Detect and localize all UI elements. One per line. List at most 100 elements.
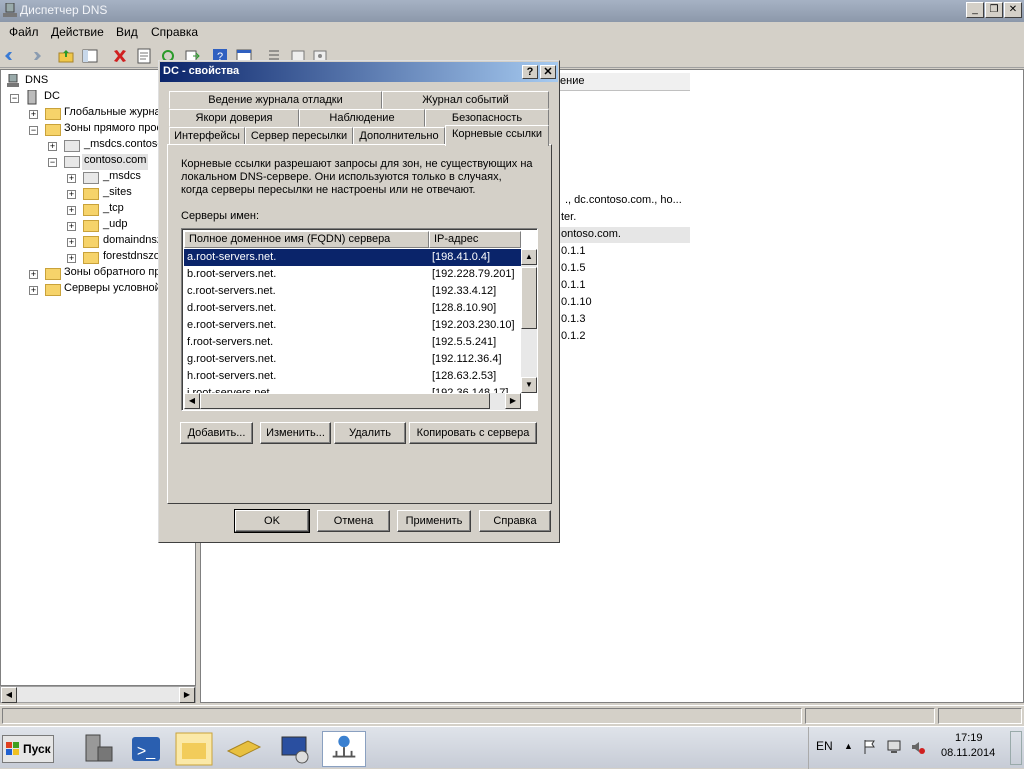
close-button[interactable]: ✕ [1004, 2, 1022, 18]
help-button[interactable]: Справка [479, 510, 551, 532]
dialog-close-button[interactable]: ✕ [540, 65, 556, 79]
up-folder-icon[interactable] [58, 48, 74, 64]
scroll-thumb[interactable] [521, 267, 537, 329]
properties-icon[interactable] [136, 48, 152, 64]
tab-trust-anchors[interactable]: Якори доверия [169, 109, 299, 127]
tree-node-global-logs[interactable]: Глобальные журна [64, 106, 161, 122]
expand-icon[interactable]: + [67, 174, 76, 183]
details-row[interactable]: 0.1.1 [561, 279, 585, 291]
name-servers-list[interactable]: Полное доменное имя (FQDN) сервера IP-ад… [181, 228, 538, 411]
start-button[interactable]: Пуск [2, 735, 54, 763]
tree-node-dns[interactable]: DNS [25, 74, 48, 90]
minimize-button[interactable]: _ [966, 2, 984, 18]
tab-interfaces[interactable]: Интерфейсы [169, 127, 245, 145]
list-vertical-scrollbar[interactable]: ▲ ▼ [521, 249, 537, 393]
explorer-icon[interactable] [172, 731, 216, 767]
tree-horizontal-scrollbar[interactable]: ◀ ▶ [0, 686, 196, 703]
server-row[interactable]: d.root-servers.net. [128.8.10.90] [184, 300, 521, 317]
server-row[interactable]: e.root-servers.net. [192.203.230.10] [184, 317, 521, 334]
column-header-fqdn[interactable]: Полное доменное имя (FQDN) сервера [184, 231, 429, 248]
tree-node-forward-zones[interactable]: Зоны прямого прос [64, 122, 162, 138]
powershell-icon[interactable]: >_ [124, 731, 168, 767]
scroll-right-icon[interactable]: ▶ [179, 687, 195, 703]
details-row[interactable]: 0.1.2 [561, 330, 585, 342]
scroll-thumb[interactable] [200, 393, 490, 409]
expand-icon[interactable]: + [67, 222, 76, 231]
expand-icon[interactable]: + [67, 190, 76, 199]
scroll-down-icon[interactable]: ▼ [521, 377, 537, 393]
menu-file[interactable]: Файл [9, 25, 39, 39]
server-manager-icon[interactable] [76, 731, 120, 767]
forward-icon[interactable] [26, 48, 42, 64]
tab-root-hints[interactable]: Корневые ссылки [445, 125, 549, 146]
menu-action[interactable]: Действие [51, 25, 104, 39]
edit-button[interactable]: Изменить... [260, 422, 331, 444]
add-button[interactable]: Добавить... [180, 422, 253, 444]
scroll-left-icon[interactable]: ◀ [1, 687, 17, 703]
expand-icon[interactable]: + [29, 110, 38, 119]
list-horizontal-scrollbar[interactable]: ◀ ▶ [184, 393, 521, 410]
volume-muted-icon[interactable] [910, 739, 926, 755]
server-row[interactable]: g.root-servers.net. [192.112.36.4] [184, 351, 521, 368]
scroll-up-icon[interactable]: ▲ [521, 249, 537, 265]
tree-node-tcp[interactable]: _tcp [103, 202, 124, 218]
tree-node-msdcs-zone[interactable]: _msdcs.contoso [84, 138, 163, 154]
expand-icon[interactable]: + [67, 206, 76, 215]
dns-manager-taskbar-icon[interactable] [322, 731, 366, 767]
delete-icon[interactable] [112, 48, 128, 64]
server-row[interactable]: c.root-servers.net. [192.33.4.12] [184, 283, 521, 300]
action-center-flag-icon[interactable] [862, 739, 878, 755]
collapse-icon[interactable]: − [29, 126, 38, 135]
server-row[interactable]: h.root-servers.net. [128.63.2.53] [184, 368, 521, 385]
remove-button[interactable]: Удалить [334, 422, 406, 444]
collapse-icon[interactable]: − [10, 94, 19, 103]
network-icon[interactable] [886, 739, 902, 755]
tree-node-dc[interactable]: DC [44, 90, 60, 106]
show-hidden-icons-icon[interactable]: ▲ [844, 741, 853, 751]
server-row[interactable]: f.root-servers.net. [192.5.5.241] [184, 334, 521, 351]
expand-icon[interactable]: + [67, 238, 76, 247]
tree-node-forestdnszones[interactable]: forestdnszo [103, 250, 160, 266]
tree-node-udp[interactable]: _udp [103, 218, 127, 234]
menu-help[interactable]: Справка [151, 25, 198, 39]
tab-debug-logging[interactable]: Ведение журнала отладки [169, 91, 382, 109]
details-row[interactable]: ontoso.com. [561, 228, 621, 240]
tree-node-msdcs[interactable]: _msdcs [103, 170, 141, 186]
cancel-button[interactable]: Отмена [317, 510, 390, 532]
tree-node-sites[interactable]: _sites [103, 186, 132, 202]
details-row[interactable]: 0.1.10 [561, 296, 592, 308]
clock-date[interactable]: 08.11.2014 [941, 747, 995, 759]
show-desktop-button[interactable] [1010, 731, 1022, 765]
tree-node-reverse-zones[interactable]: Зоны обратного пр [64, 266, 160, 282]
expand-icon[interactable]: + [48, 142, 57, 151]
column-header-ip[interactable]: IP-адрес [429, 231, 521, 248]
details-column-header[interactable]: ение [560, 75, 584, 87]
scroll-right-icon[interactable]: ▶ [505, 393, 521, 409]
collapse-icon[interactable]: − [48, 158, 57, 167]
details-row[interactable]: 0.1.1 [561, 245, 585, 257]
apply-button[interactable]: Применить [397, 510, 471, 532]
scroll-left-icon[interactable]: ◀ [184, 393, 200, 409]
show-tree-icon[interactable] [82, 48, 98, 64]
expand-icon[interactable]: + [29, 286, 38, 295]
server-row[interactable]: b.root-servers.net. [192.228.79.201] [184, 266, 521, 283]
expand-icon[interactable]: + [29, 270, 38, 279]
tree-node-domaindnszones[interactable]: domaindnsz [103, 234, 162, 250]
details-row[interactable]: ter. [561, 211, 576, 223]
tree-node-conditional-forwarders[interactable]: Серверы условной [64, 282, 161, 298]
ok-button[interactable]: OK [234, 509, 310, 533]
tree-node-contoso-com[interactable]: contoso.com [82, 154, 149, 170]
details-row[interactable]: 0.1.5 [561, 262, 585, 274]
dialog-help-button[interactable]: ? [522, 65, 538, 79]
tab-event-logging[interactable]: Журнал событий [382, 91, 549, 109]
clock-time[interactable]: 17:19 [955, 732, 983, 744]
back-icon[interactable] [4, 48, 20, 64]
restore-button[interactable]: ❐ [985, 2, 1003, 18]
details-row[interactable]: 0.1.3 [561, 313, 585, 325]
expand-icon[interactable]: + [67, 254, 76, 263]
copy-from-server-button[interactable]: Копировать с сервера [409, 422, 537, 444]
menu-view[interactable]: Вид [116, 25, 138, 39]
folder-app-icon[interactable] [222, 731, 266, 767]
tab-monitoring[interactable]: Наблюдение [299, 109, 425, 127]
server-row[interactable]: a.root-servers.net. [198.41.0.4] [184, 249, 521, 266]
